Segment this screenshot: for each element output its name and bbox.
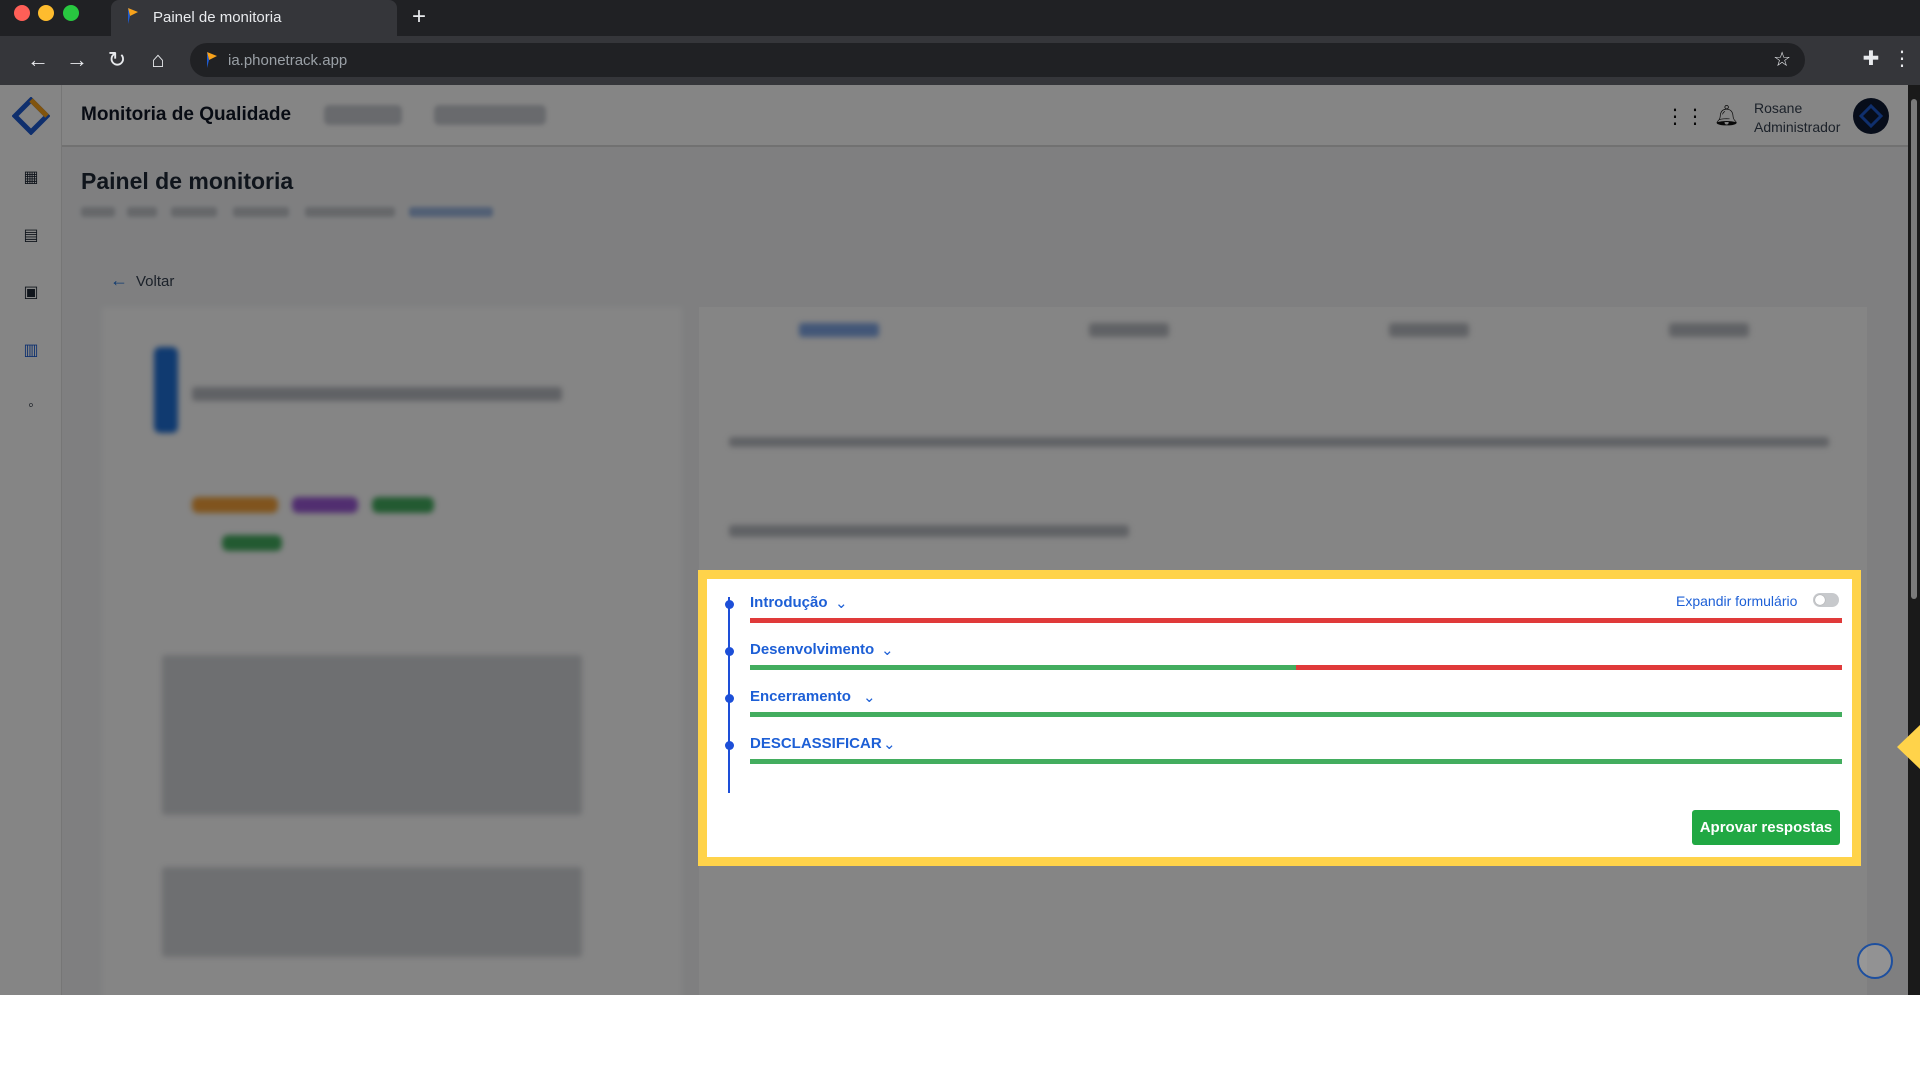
tab-bar: Painel de monitoria + <box>0 0 1920 36</box>
section-score-bar <box>750 665 1842 670</box>
section-score-bar <box>750 712 1842 717</box>
chevron-down-icon[interactable]: ⌄ <box>863 688 876 706</box>
chevron-down-icon[interactable]: ⌄ <box>883 735 896 753</box>
section-label[interactable]: Introdução <box>750 594 828 611</box>
address-url: ia.phonetrack.app <box>228 52 348 69</box>
browser-tab-active[interactable]: Painel de monitoria <box>111 0 397 36</box>
section-score-bar <box>750 618 1842 623</box>
puzzle-icon[interactable]: ✚ <box>1857 46 1885 71</box>
browser-chrome: Painel de monitoria + ← → ↻ ⌂ ia.phonetr… <box>0 0 1920 85</box>
timeline-dot <box>725 600 734 609</box>
maximize-window-button[interactable] <box>63 5 79 21</box>
section-label[interactable]: Desenvolvimento <box>750 641 874 658</box>
form-sections-panel: Expandir formulário Introdução ⌄ Desenvo… <box>698 570 1861 866</box>
section-desenvolvimento[interactable]: Desenvolvimento ⌄ <box>723 638 1843 678</box>
browser-toolbar: ← → ↻ ⌂ ia.phonetrack.app ☆ ✚ ⋮ <box>0 36 1920 85</box>
floating-help-button[interactable] <box>1857 943 1893 979</box>
chevron-down-icon[interactable]: ⌄ <box>881 641 894 659</box>
tab-title: Painel de monitoria <box>153 9 282 26</box>
phonetrack-favicon-icon <box>128 8 138 24</box>
score-fail-segment <box>1296 665 1842 670</box>
kebab-menu-icon[interactable]: ⋮ <box>1888 46 1916 71</box>
star-icon[interactable]: ☆ <box>1773 47 1791 72</box>
section-score-bar <box>750 759 1842 764</box>
score-pass-segment <box>750 665 1296 670</box>
section-label[interactable]: DESCLASSIFICAR <box>750 735 882 752</box>
section-desclassificar[interactable]: DESCLASSIFICAR ⌄ <box>723 732 1843 772</box>
page-scrollbar[interactable] <box>1908 85 1920 995</box>
back-arrow-icon[interactable]: ← <box>24 46 52 74</box>
section-encerramento[interactable]: Encerramento ⌄ <box>723 685 1843 725</box>
scrollbar-thumb[interactable] <box>1911 99 1917 599</box>
timeline-dot <box>725 647 734 656</box>
address-bar[interactable]: ia.phonetrack.app ☆ <box>190 43 1805 77</box>
approve-answers-button[interactable]: Aprovar respostas <box>1692 810 1840 845</box>
score-pass-segment <box>750 759 1842 764</box>
score-fail-segment <box>750 618 1842 623</box>
timeline-dot <box>725 694 734 703</box>
home-icon[interactable]: ⌂ <box>144 46 172 74</box>
section-label[interactable]: Encerramento <box>750 688 851 705</box>
site-favicon-icon <box>207 52 217 68</box>
new-tab-button[interactable]: + <box>405 3 433 31</box>
reload-icon[interactable]: ↻ <box>103 46 131 74</box>
forward-arrow-icon[interactable]: → <box>63 46 91 74</box>
section-introducao[interactable]: Introdução ⌄ <box>723 591 1843 631</box>
pointer-arrow-icon <box>1897 725 1920 769</box>
chevron-down-icon[interactable]: ⌄ <box>835 594 848 612</box>
timeline-dot <box>725 741 734 750</box>
minimize-window-button[interactable] <box>38 5 54 21</box>
score-pass-segment <box>750 712 1842 717</box>
close-window-button[interactable] <box>14 5 30 21</box>
